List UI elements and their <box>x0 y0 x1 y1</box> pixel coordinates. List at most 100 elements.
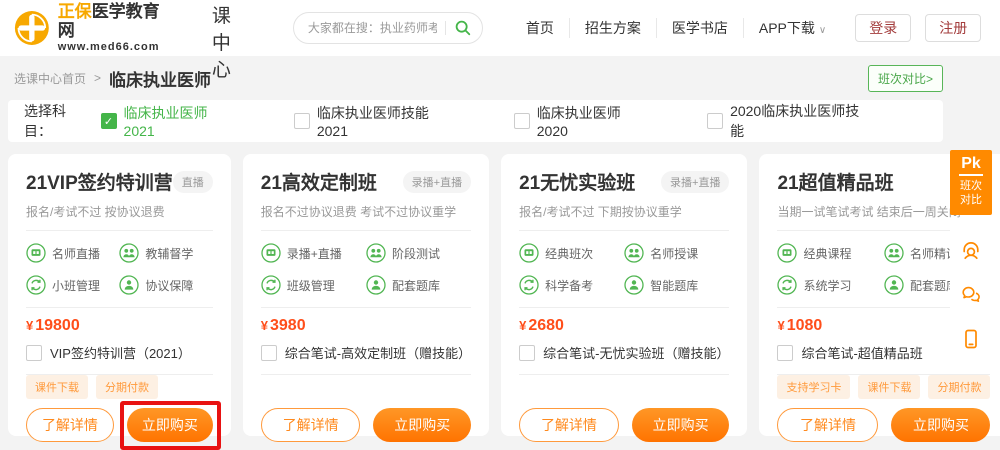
brand-name-primary: 正保 <box>58 2 92 21</box>
feature-item: 智能题库 <box>624 275 729 295</box>
course-option-checkbox[interactable] <box>26 345 42 361</box>
customer-service-icon[interactable] <box>958 238 984 264</box>
nav-bookstore[interactable]: 医学书店 <box>656 18 743 38</box>
people-icon <box>624 243 644 263</box>
feature-item: 班级管理 <box>261 275 366 295</box>
course-type-badge: 录播+直播 <box>403 171 471 193</box>
course-option-label: 综合笔试-高效定制班（赠技能） <box>285 343 471 362</box>
nav-admissions[interactable]: 招生方案 <box>569 18 656 38</box>
pk-compare-button[interactable]: Pk 班次 对比 <box>950 150 992 215</box>
search-input[interactable] <box>308 21 437 35</box>
brand-text: 正保医学教育网 www.med66.com <box>58 3 164 52</box>
buy-button[interactable]: 立即购买 <box>632 408 730 442</box>
filter-option-skill-2021[interactable]: 临床执业医师技能2021 <box>294 103 452 139</box>
course-option-row[interactable]: 综合笔试-无忧实验班（赠技能） <box>519 343 729 375</box>
price-currency: ¥ <box>261 318 268 333</box>
course-title: 21超值精品班 <box>777 168 893 195</box>
price-amount: 19800 <box>35 317 80 334</box>
login-button[interactable]: 登录 <box>855 14 911 42</box>
course-option-row[interactable]: VIP签约特训营（2021） <box>26 343 213 375</box>
pk-text-line2: 对比 <box>950 193 992 207</box>
sync-icon <box>777 275 797 295</box>
people-icon <box>884 243 904 263</box>
feature-item: 系统学习 <box>777 275 884 295</box>
chevron-down-icon: ∨ <box>819 25 826 36</box>
course-subtitle: 报名不过协议退费 考试不过协议重学 <box>261 203 471 231</box>
detail-button[interactable]: 了解详情 <box>519 408 619 442</box>
feature-item: 科学备考 <box>519 275 624 295</box>
live-board-icon <box>26 243 46 263</box>
feature-item: 名师授课 <box>624 243 729 263</box>
feature-item: 小班管理 <box>26 275 119 295</box>
promo-tag: 分期付款 <box>96 375 158 399</box>
breadcrumb-home-link[interactable]: 选课中心首页 <box>14 70 86 87</box>
header: 正保医学教育网 www.med66.com 选课中心 首页 招生方案 医学书店 … <box>0 0 1000 56</box>
course-option-label: VIP签约特训营（2021） <box>50 343 191 362</box>
filter-option-2021[interactable]: ✓ 临床执业医师2021 <box>101 103 232 139</box>
promo-tags: 课件下载 分期付款 <box>26 375 213 399</box>
price-amount: 2680 <box>528 317 564 334</box>
main-content: 选择科目： ✓ 临床执业医师2021 临床执业医师技能2021 临床执业医师20… <box>8 100 943 436</box>
wechat-chat-icon[interactable] <box>958 282 984 308</box>
class-compare-button[interactable]: 班次对比> <box>868 65 943 92</box>
checkbox-icon[interactable] <box>707 113 723 129</box>
detail-button[interactable]: 了解详情 <box>26 408 114 442</box>
feature-item: 配套题库 <box>366 275 471 295</box>
feature-item: 名师直播 <box>26 243 119 263</box>
people-icon <box>119 243 139 263</box>
person-icon <box>366 275 386 295</box>
search-divider <box>445 21 446 35</box>
checkbox-checked-icon[interactable]: ✓ <box>101 113 117 129</box>
filter-option-skill-2020[interactable]: 2020临床执业医师技能 <box>707 101 865 141</box>
feature-item: 教辅督学 <box>119 243 212 263</box>
person-icon <box>119 275 139 295</box>
price: ¥3980 <box>261 317 471 335</box>
page-title: 选课中心 <box>212 0 231 82</box>
checkbox-icon[interactable] <box>294 113 310 129</box>
feature-item: 经典课程 <box>777 243 884 263</box>
nav-app-download[interactable]: APP下载∨ <box>743 18 841 38</box>
buy-button[interactable]: 立即购买 <box>373 408 471 442</box>
breadcrumb-separator: > <box>94 71 101 85</box>
course-option-checkbox[interactable] <box>519 345 535 361</box>
price-amount: 3980 <box>270 317 306 334</box>
person-icon <box>624 275 644 295</box>
breadcrumb: 选课中心首页 > 临床执业医师 班次对比> <box>0 56 943 100</box>
buy-button[interactable]: 立即购买 <box>891 408 990 442</box>
person-icon <box>884 275 904 295</box>
course-option-checkbox[interactable] <box>261 345 277 361</box>
register-button[interactable]: 注册 <box>925 14 981 42</box>
course-option-checkbox[interactable] <box>777 345 793 361</box>
buy-button[interactable]: 立即购买 <box>127 408 213 442</box>
feature-item: 协议保障 <box>119 275 212 295</box>
course-subtitle: 报名/考试不过 下期按协议重学 <box>519 203 729 231</box>
mobile-app-icon[interactable] <box>958 326 984 352</box>
search-icon[interactable] <box>454 19 472 37</box>
price: ¥2680 <box>519 317 729 335</box>
checkbox-icon[interactable] <box>514 113 530 129</box>
sync-icon <box>261 275 281 295</box>
feature-item: 录播+直播 <box>261 243 366 263</box>
detail-button[interactable]: 了解详情 <box>777 408 878 442</box>
promo-tags: 支持学习卡 课件下载 分期付款 <box>777 375 990 399</box>
course-option-row[interactable]: 综合笔试-高效定制班（赠技能） <box>261 343 471 375</box>
course-subtitle: 报名/考试不过 按协议退费 <box>26 203 213 231</box>
live-board-icon <box>519 243 539 263</box>
detail-button[interactable]: 了解详情 <box>261 408 361 442</box>
people-icon <box>366 243 386 263</box>
site-logo[interactable]: 正保医学教育网 www.med66.com <box>14 3 164 52</box>
course-card-gaoxiao: 21高效定制班 录播+直播 报名不过协议退费 考试不过协议重学 录播+直播 阶段… <box>243 154 489 436</box>
nav-home[interactable]: 首页 <box>511 18 569 38</box>
main-nav: 首页 招生方案 医学书店 APP下载∨ <box>511 18 841 38</box>
logo-icon <box>14 8 50 48</box>
course-title: 21无忧实验班 <box>519 168 635 195</box>
brand-domain: www.med66.com <box>58 41 164 53</box>
filter-option-2020[interactable]: 临床执业医师2020 <box>514 103 645 139</box>
subject-filter-bar: 选择科目： ✓ 临床执业医师2021 临床执业医师技能2021 临床执业医师20… <box>8 100 943 142</box>
price-amount: 1080 <box>787 317 823 334</box>
live-board-icon <box>777 243 797 263</box>
price-currency: ¥ <box>519 318 526 333</box>
pk-text-line1: 班次 <box>950 179 992 193</box>
sync-icon <box>519 275 539 295</box>
promo-tags <box>261 375 471 399</box>
